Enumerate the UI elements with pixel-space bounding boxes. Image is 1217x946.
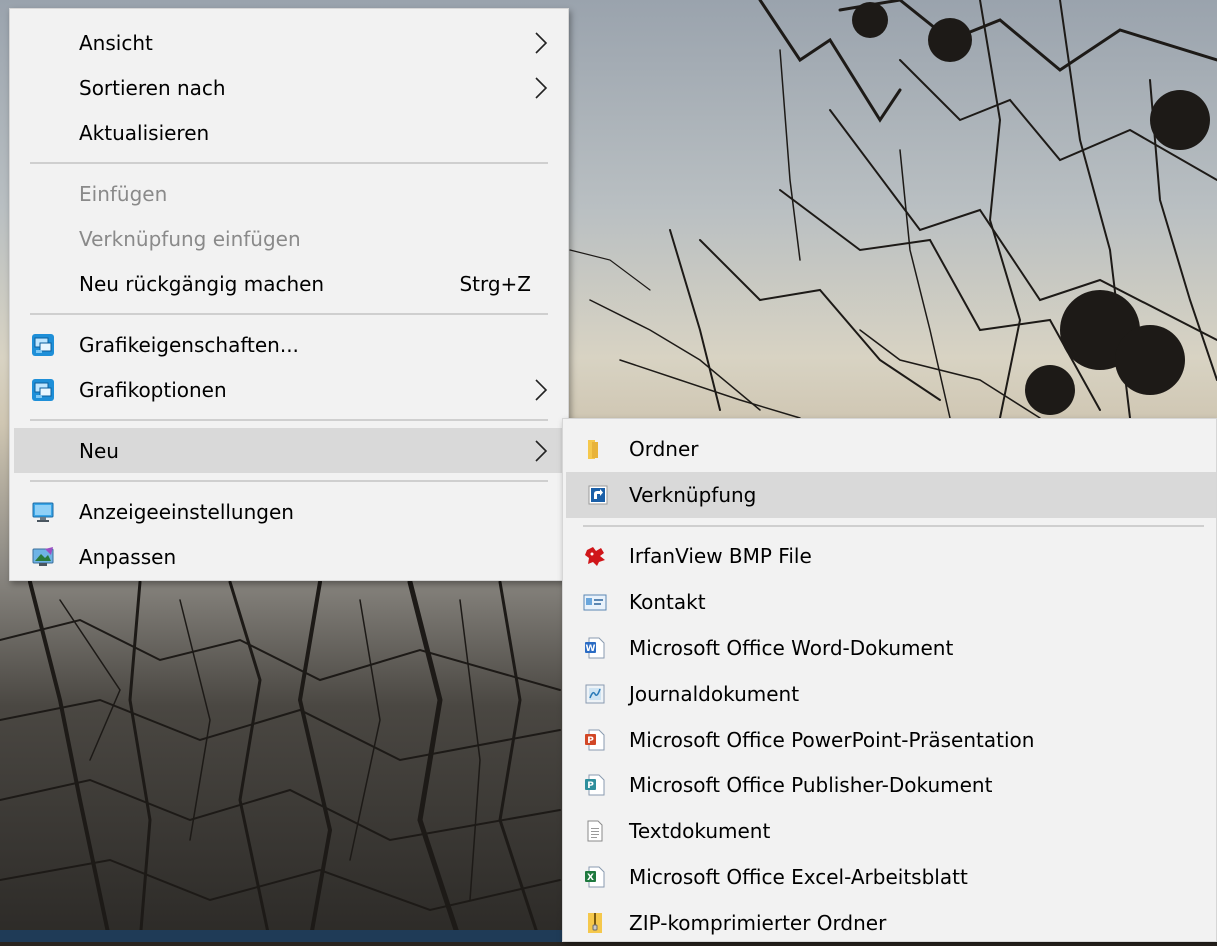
submenu-item-publisher-dokument[interactable]: P Microsoft Office Publisher-Dokument xyxy=(563,763,1216,809)
folder-icon xyxy=(588,439,598,459)
menu-item-neu[interactable]: Neu xyxy=(14,428,564,473)
menu-item-label: Kontakt xyxy=(629,590,706,615)
menu-item-label: Anzeigeeinstellungen xyxy=(79,499,294,524)
menu-item-anzeigeeinstellungen[interactable]: Anzeigeeinstellungen xyxy=(10,489,568,534)
menu-item-label: Anpassen xyxy=(79,544,177,569)
keyboard-shortcut: Strg+Z xyxy=(459,271,531,296)
personalize-icon xyxy=(32,546,54,566)
svg-text:W: W xyxy=(586,644,596,654)
menu-item-label: Microsoft Office Word-Dokument xyxy=(629,636,954,661)
submenu-item-ordner[interactable]: Ordner xyxy=(563,426,1216,472)
contact-icon xyxy=(583,594,607,611)
display-settings-icon xyxy=(32,502,54,522)
svg-text:X: X xyxy=(587,873,594,883)
menu-item-verknuepfung-einfuegen[interactable]: Verknüpfung einfügen xyxy=(10,216,568,261)
submenu-item-word-dokument[interactable]: W Microsoft Office Word-Dokument xyxy=(563,625,1216,671)
menu-item-label: Neu xyxy=(79,438,119,463)
menu-item-label: Verknüpfung xyxy=(629,482,757,507)
irfanview-icon xyxy=(585,547,605,567)
chevron-right-icon xyxy=(535,31,548,54)
menu-separator xyxy=(30,313,548,315)
submenu-item-zip-ordner[interactable]: ZIP-komprimierter Ordner xyxy=(563,900,1216,946)
submenu-item-kontakt[interactable]: Kontakt xyxy=(563,579,1216,625)
submenu-item-journaldokument[interactable]: Journaldokument xyxy=(563,671,1216,717)
submenu-item-textdokument[interactable]: Textdokument xyxy=(563,808,1216,854)
menu-item-label: Neu rückgängig machen xyxy=(79,271,325,296)
powerpoint-document-icon: P xyxy=(585,729,605,751)
menu-item-label: ZIP-komprimierter Ordner xyxy=(629,910,887,935)
intel-graphics-icon xyxy=(32,333,54,356)
menu-item-einfuegen[interactable]: Einfügen xyxy=(10,171,568,216)
menu-item-sortieren-nach[interactable]: Sortieren nach xyxy=(10,65,568,110)
shortcut-icon xyxy=(588,485,608,505)
menu-item-label: Journaldokument xyxy=(629,681,800,706)
new-submenu: Ordner Verknüpfung IrfanView BMP File Ko… xyxy=(562,418,1217,942)
menu-item-grafikoptionen[interactable]: Grafikoptionen xyxy=(10,367,568,412)
menu-item-grafikeigenschaften[interactable]: Grafikeigenschaften... xyxy=(10,322,568,367)
taskbar-edge xyxy=(0,930,562,942)
submenu-item-powerpoint-praesentation[interactable]: P Microsoft Office PowerPoint-Präsentati… xyxy=(563,717,1216,763)
menu-item-ansicht[interactable]: Ansicht xyxy=(10,20,568,65)
menu-item-label: Verknüpfung einfügen xyxy=(79,226,301,251)
menu-item-label: IrfanView BMP File xyxy=(629,544,812,569)
menu-separator xyxy=(583,524,1204,527)
chevron-right-icon xyxy=(535,439,548,462)
menu-item-label: Grafikoptionen xyxy=(79,377,227,402)
menu-item-neu-rueckgaengig[interactable]: Neu rückgängig machen Strg+Z xyxy=(10,261,568,306)
desktop-context-menu: Ansicht Sortieren nach Aktualisieren Ein… xyxy=(9,8,569,581)
zip-folder-icon xyxy=(588,912,602,933)
word-document-icon: W xyxy=(585,637,605,659)
menu-item-label: Textdokument xyxy=(629,819,771,844)
svg-text:P: P xyxy=(587,736,594,746)
menu-separator xyxy=(30,162,548,164)
chevron-right-icon xyxy=(535,76,548,99)
excel-document-icon: X xyxy=(585,866,605,888)
publisher-document-icon: P xyxy=(585,774,605,796)
menu-separator xyxy=(30,480,548,482)
menu-item-label: Aktualisieren xyxy=(79,120,210,145)
intel-graphics-icon xyxy=(32,378,54,401)
menu-item-label: Grafikeigenschaften... xyxy=(79,332,299,357)
menu-item-label: Sortieren nach xyxy=(79,75,226,100)
menu-item-label: Ansicht xyxy=(79,30,153,55)
chevron-right-icon xyxy=(535,378,548,401)
menu-separator xyxy=(30,419,548,421)
journal-document-icon xyxy=(585,684,605,704)
menu-item-aktualisieren[interactable]: Aktualisieren xyxy=(10,110,568,155)
menu-item-label: Ordner xyxy=(629,436,699,461)
menu-item-label: Microsoft Office PowerPoint-Präsentation xyxy=(629,727,1035,752)
menu-item-label: Microsoft Office Publisher-Dokument xyxy=(629,773,993,798)
submenu-item-verknuepfung[interactable]: Verknüpfung xyxy=(566,471,1216,518)
svg-text:P: P xyxy=(587,781,594,791)
menu-item-anpassen[interactable]: Anpassen xyxy=(10,534,568,579)
text-document-icon xyxy=(587,820,603,842)
submenu-item-excel-arbeitsblatt[interactable]: X Microsoft Office Excel-Arbeitsblatt xyxy=(563,854,1216,900)
menu-item-label: Einfügen xyxy=(79,181,168,206)
menu-item-label: Microsoft Office Excel-Arbeitsblatt xyxy=(629,865,968,890)
submenu-item-irfanview-bmp[interactable]: IrfanView BMP File xyxy=(563,534,1216,580)
